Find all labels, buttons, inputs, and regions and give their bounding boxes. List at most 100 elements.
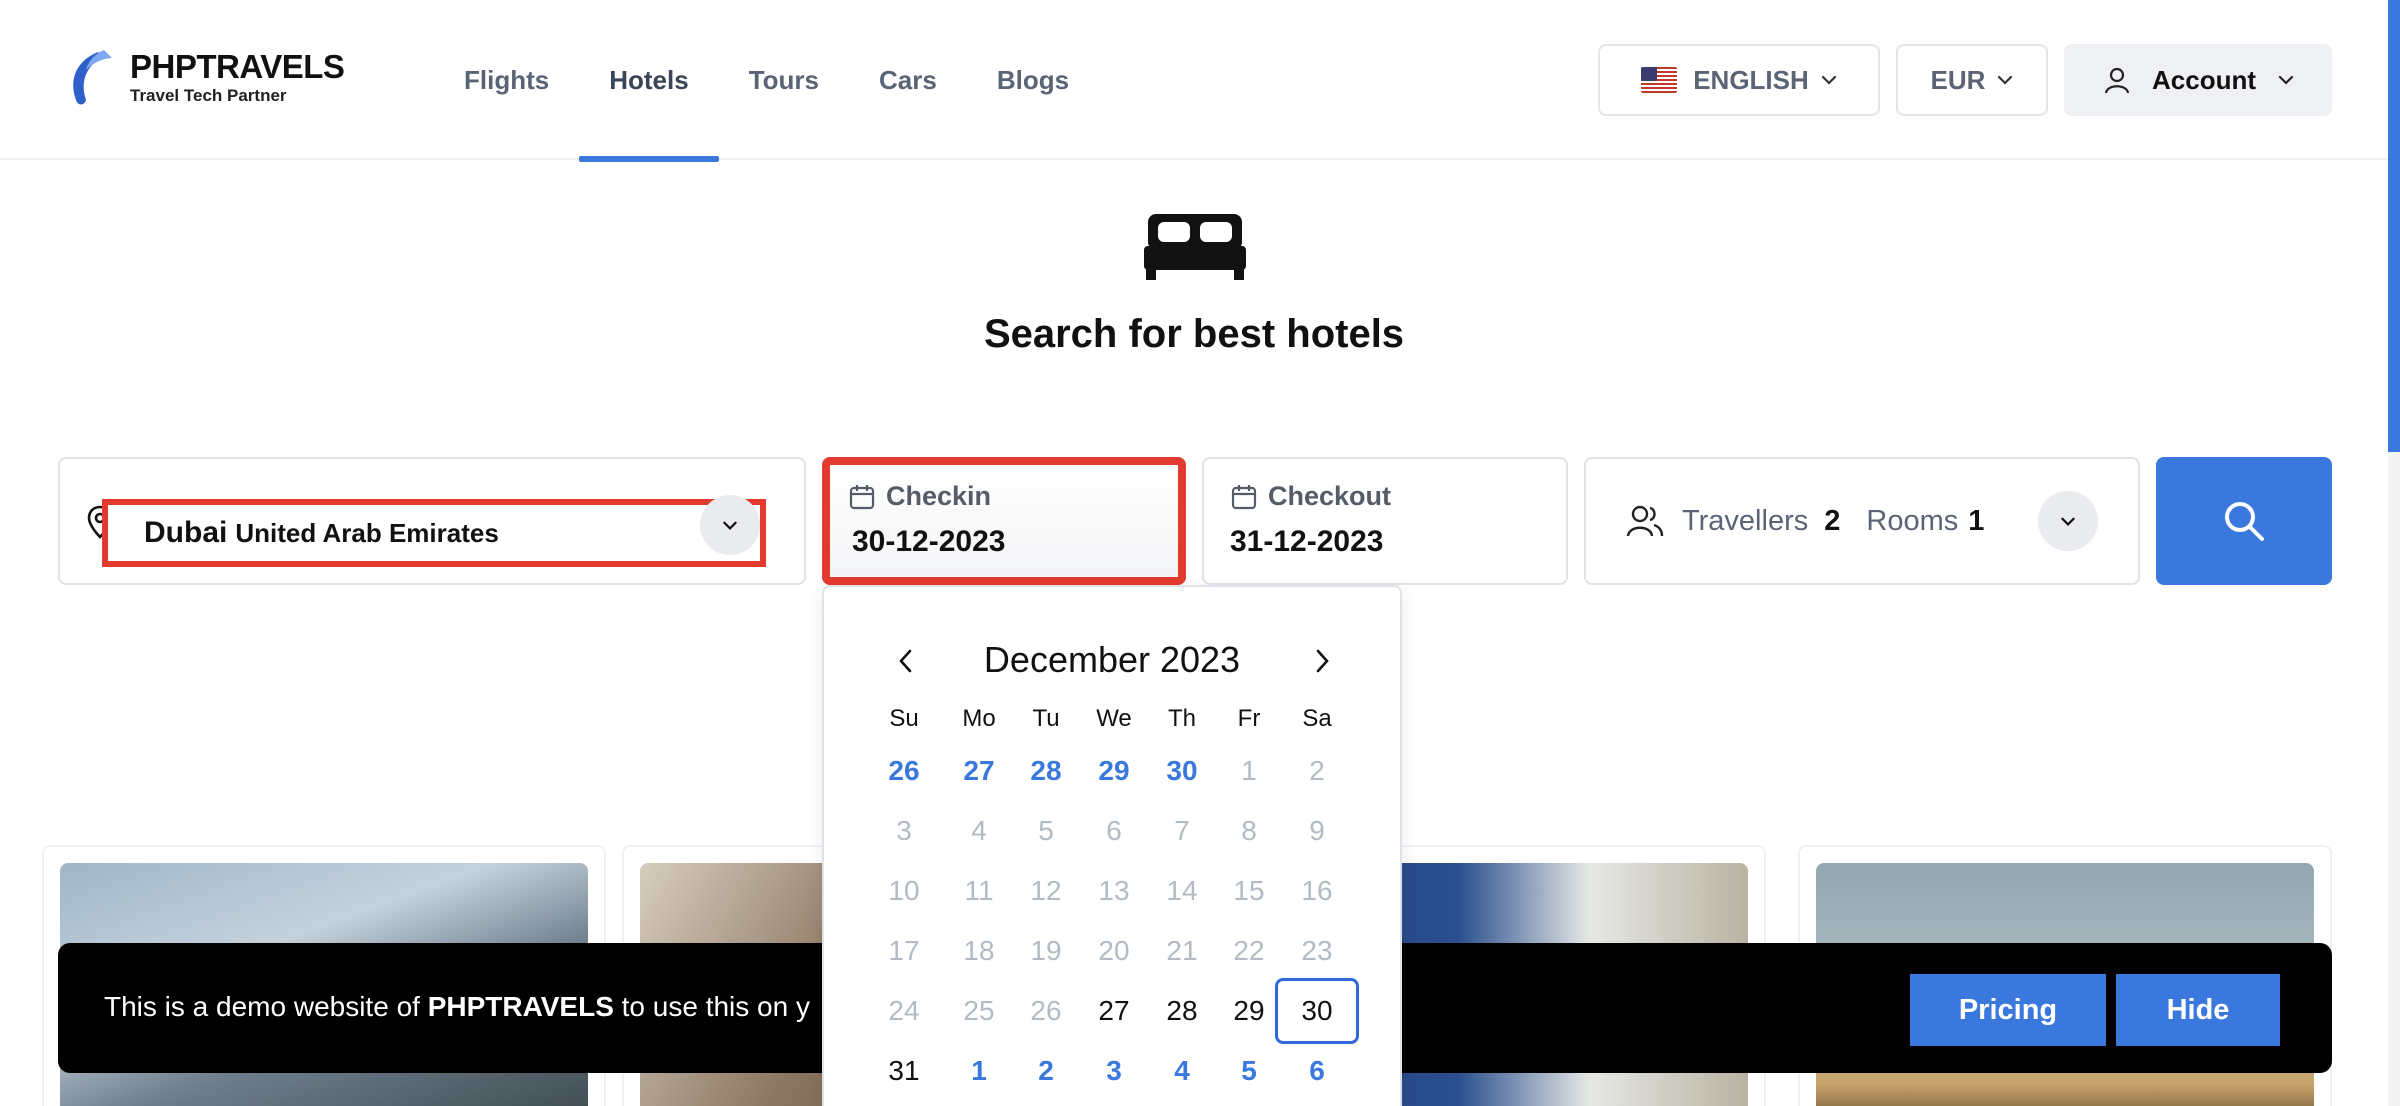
calendar-day[interactable]: 28 [1148,981,1216,1041]
checkout-field[interactable]: Checkout 31-12-2023 [1202,457,1568,585]
chevron-down-icon [723,521,737,530]
chevron-down-icon [1821,75,1836,85]
rooms-count: 1 [1968,504,1985,537]
calendar-day-selected[interactable]: 30 [1275,978,1359,1044]
calendar-day: 25 [963,995,995,1026]
calendar-day: 22 [1233,935,1265,966]
user-icon [2104,67,2130,94]
scrollbar-thumb[interactable] [2388,0,2400,452]
logo-swoosh-icon [73,50,112,105]
rooms-label: Rooms [1866,504,1959,537]
chevron-down-icon [2278,75,2294,85]
calendar-day: 21 [1166,935,1198,966]
hero-title: Search for best hotels [983,312,1405,356]
calendar-day: 20 [1098,935,1130,966]
brand-tagline: Travel Tech Partner [130,86,287,105]
nav-flights[interactable]: Flights [434,0,579,160]
account-label: Account [2152,64,2256,95]
calendar-day[interactable]: 31 [870,1041,938,1101]
datepicker-days: 26 27 28 29 30 1 2 3 4 5 6 7 8 9 10 11 12 13 14 15 16 17 18 19 2… [824,587,1400,1106]
calendar-day[interactable]: 2 [1012,1041,1080,1101]
calendar-icon [1231,484,1257,509]
currency-label: EUR [1930,64,1986,95]
calendar-day: 18 [963,935,995,966]
calendar-day[interactable]: 5 [1215,1041,1283,1101]
calendar-day: 17 [888,935,920,966]
destination-city: Dubai [144,516,228,549]
calendar-day[interactable]: 3 [1080,1041,1148,1101]
calendar-day[interactable]: 29 [1215,981,1283,1041]
calendar-day: 16 [1301,875,1333,906]
nav-tours[interactable]: Tours [719,0,849,160]
language-label: ENGLISH [1693,64,1809,95]
calendar-day: 10 [888,875,920,906]
account-dropdown[interactable]: Account [2064,44,2332,116]
destination-select[interactable]: Dubai United Arab Emirates [102,499,766,567]
calendar-day[interactable]: 29 [1080,741,1148,801]
calendar-day: 9 [1309,815,1325,846]
search-icon [2225,502,2264,541]
calendar-day: 12 [1030,875,1062,906]
calendar-day: 19 [1030,935,1062,966]
calendar-day: 13 [1098,875,1130,906]
checkout-value: 31-12-2023 [1230,525,1384,558]
calendar-day: 23 [1301,935,1333,966]
calendar-day[interactable]: 30 [1148,741,1216,801]
site-header: PHPTRAVELS Travel Tech Partner Flights H… [0,0,2388,162]
page-scrollbar[interactable] [2388,0,2400,1106]
hide-button[interactable]: Hide [2116,974,2280,1046]
calendar-day: 11 [964,875,994,906]
calendar-day[interactable]: 27 [1080,981,1148,1041]
calendar-day[interactable]: 4 [1148,1041,1216,1101]
travellers-label: Travellers [1682,504,1809,537]
pricing-button[interactable]: Pricing [1910,974,2106,1046]
nav-blogs[interactable]: Blogs [967,0,1099,160]
destination-field[interactable]: Dubai United Arab Emirates [58,457,806,585]
calendar-day: 24 [888,995,920,1026]
currency-dropdown[interactable]: EUR [1896,44,2048,116]
calendar-day: 2 [1309,755,1325,786]
calendar-day: 5 [1038,815,1054,846]
calendar-day: 7 [1174,815,1190,846]
brand-name: PHPTRAVELS [130,48,345,85]
checkin-value: 30-12-2023 [852,525,1006,558]
destination-toggle-button[interactable] [700,495,760,555]
travellers-toggle-button[interactable] [2038,491,2098,551]
calendar-day[interactable]: 28 [1012,741,1080,801]
calendar-day: 14 [1166,875,1198,906]
calendar-day[interactable]: 27 [945,741,1013,801]
calendar-day[interactable]: 6 [1283,1041,1351,1101]
calendar-day[interactable]: 1 [945,1041,1013,1101]
us-flag-icon [1641,67,1678,93]
chevron-down-icon [1998,75,2013,85]
users-icon [1626,505,1664,537]
brand-logo[interactable]: PHPTRAVELS Travel Tech Partner [64,48,345,108]
nav-hotels[interactable]: Hotels [579,0,720,162]
chevron-down-icon [2061,517,2075,526]
calendar-day: 6 [1106,815,1122,846]
calendar-day: 4 [971,815,987,846]
checkin-label-row: Checkin [848,481,991,512]
travellers-field[interactable]: Travellers 2 Rooms 1 [1584,457,2140,585]
language-dropdown[interactable]: ENGLISH [1598,44,1880,116]
checkout-label-row: Checkout [1230,481,1391,512]
main-nav: Flights Hotels Tours Cars Blogs [434,0,1099,162]
datepicker-popup: December 2023 Su Mo Tu We Th Fr Sa 26 27 28 29 30 1… [822,585,1402,1106]
calendar-day: 8 [1241,815,1257,846]
checkout-label: Checkout [1268,481,1392,511]
checkin-field[interactable]: Checkin 30-12-2023 [822,457,1186,585]
calendar-icon [849,484,875,509]
calendar-day: 15 [1233,875,1265,906]
checkin-label: Checkin [886,481,992,511]
calendar-day[interactable]: 26 [870,741,938,801]
calendar-day: 1 [1241,755,1257,786]
nav-cars[interactable]: Cars [849,0,967,160]
search-button[interactable] [2156,457,2332,585]
banner-text-end: to use this on y [613,991,810,1022]
travellers-count: 2 [1824,504,1841,537]
calendar-day: 3 [896,815,912,846]
banner-brand: PHPTRAVELS [427,991,614,1022]
demo-banner-text: This is a demo website of PHPTRAVELS to … [104,991,810,1023]
destination-country: United Arab Emirates [235,517,499,548]
bed-icon [1144,214,1246,280]
